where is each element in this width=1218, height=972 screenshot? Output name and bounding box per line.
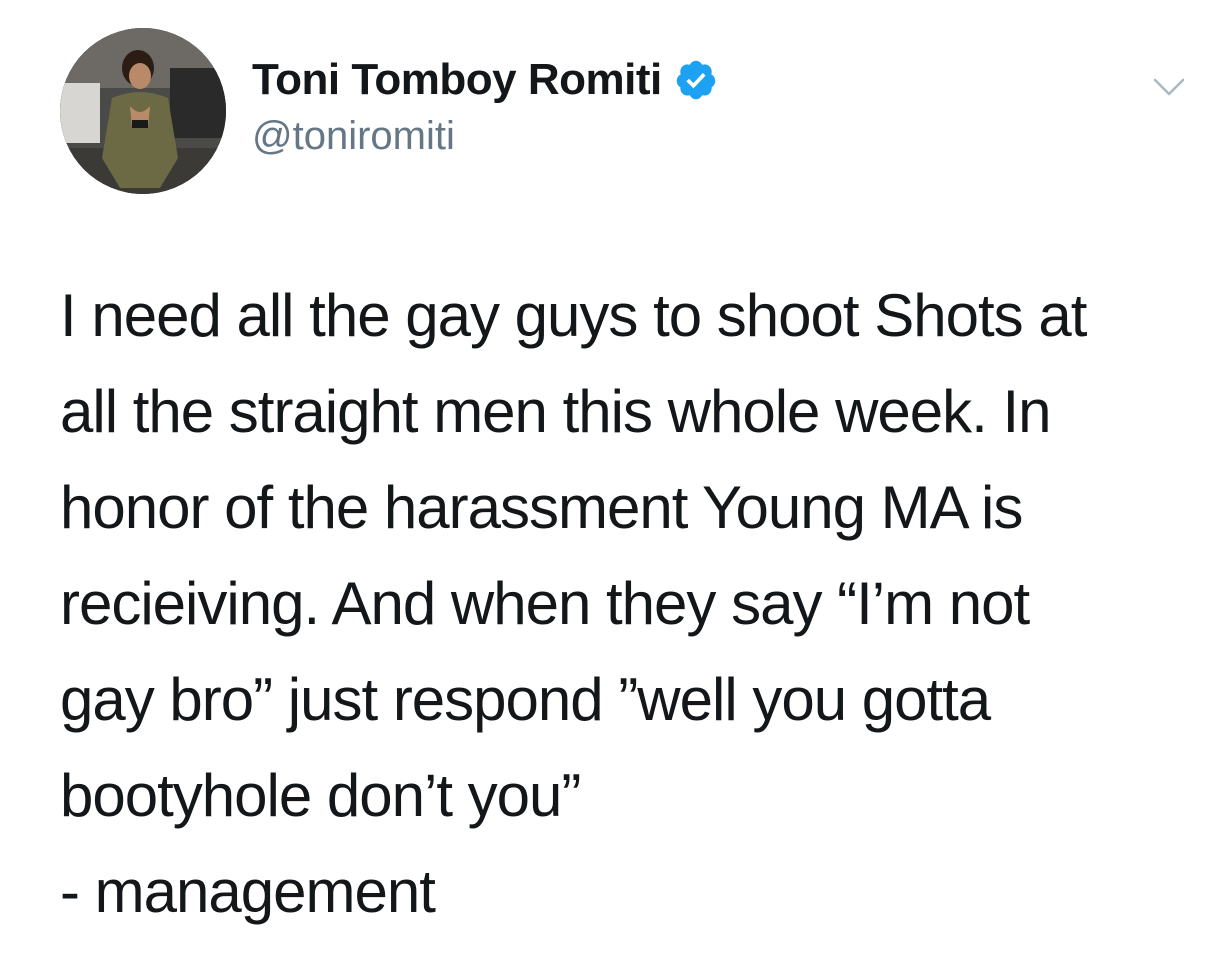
tweet-text-line: - management — [60, 858, 436, 925]
chevron-down-icon[interactable] — [1150, 68, 1188, 106]
tweet-text-line: recieiving. And when they say “I’m not — [60, 570, 1030, 637]
verified-badge-icon — [674, 58, 718, 102]
tweet-text-line: all the straight men this whole week. In — [60, 378, 1052, 445]
tweet-text-line: honor of the harassment Young MA is — [60, 474, 1023, 541]
tweet-card: Toni Tomboy Romiti @toniromiti I need al… — [0, 0, 1218, 972]
author-display-name[interactable]: Toni Tomboy Romiti — [252, 55, 662, 105]
avatar-photo — [60, 28, 226, 194]
author-handle[interactable]: @toniromiti — [252, 114, 455, 159]
author-name-row[interactable]: Toni Tomboy Romiti — [252, 54, 718, 106]
avatar[interactable] — [60, 28, 226, 194]
tweet-text: I need all the gay guys to shoot Shots a… — [60, 268, 1180, 940]
tweet-text-line: I need all the gay guys to shoot Shots a… — [60, 282, 1087, 349]
tweet-text-line: bootyhole don’t you” — [60, 762, 581, 829]
tweet-text-line: gay bro” just respond ”well you gotta — [60, 666, 991, 733]
